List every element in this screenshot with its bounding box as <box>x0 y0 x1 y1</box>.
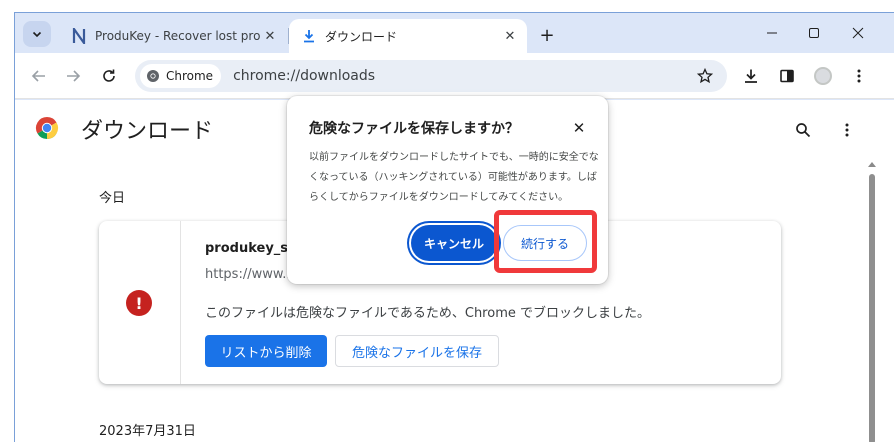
page-title: ダウンロード <box>81 119 214 144</box>
minimize-icon <box>767 32 777 34</box>
download-icon <box>301 28 317 44</box>
tab-title: ダウンロード <box>325 29 398 44</box>
dialog-body-line: らくしてからファイルをダウンロードしてみてください。 <box>309 192 569 203</box>
forward-button[interactable] <box>61 64 85 88</box>
reload-icon <box>103 69 115 82</box>
search-downloads-button[interactable] <box>791 118 815 142</box>
tab-search-button[interactable] <box>23 21 51 47</box>
date-heading-older: 2023年7月31日 <box>99 424 196 439</box>
url-text[interactable]: chrome://downloads <box>233 68 693 84</box>
close-window-button[interactable] <box>835 19 881 47</box>
cancel-button[interactable]: キャンセル <box>411 225 497 261</box>
side-panel-button[interactable] <box>775 64 799 88</box>
continue-button[interactable]: 続行する <box>503 225 587 261</box>
toolbar: Chrome chrome://downloads <box>15 53 894 99</box>
downloads-button[interactable] <box>739 64 763 88</box>
chip-label: Chrome <box>166 69 214 83</box>
browser-menu-button[interactable] <box>847 64 871 88</box>
dialog-body: 以前ファイルをダウンロードしたサイトでも、一時的に安全でな くなっている（ハッキ… <box>309 148 599 208</box>
tab-title: ProduKey - Recover lost produc <box>95 29 261 43</box>
file-icon-area: ! <box>99 221 181 384</box>
address-bar[interactable]: Chrome chrome://downloads <box>135 60 727 92</box>
dialog-body-line: くなっている（ハッキングされている）可能性があります。しば <box>309 172 597 183</box>
side-panel-icon <box>780 69 794 83</box>
bookmark-star-button[interactable] <box>693 64 717 88</box>
dialog-body-line: 以前ファイルをダウンロードしたサイトでも、一時的に安全でな <box>309 152 599 163</box>
save-dangerous-file-dialog: 危険なファイルを保存しますか？ ✕ 以前ファイルをダウンロードしたサイトでも、一… <box>287 96 608 284</box>
more-vert-icon <box>857 69 861 83</box>
avatar <box>814 67 832 85</box>
warning-icon: ! <box>126 290 152 316</box>
more-vert-icon <box>845 123 849 137</box>
scroll-up-arrow-icon[interactable] <box>868 162 876 167</box>
star-icon <box>697 68 713 84</box>
page-menu-button[interactable] <box>835 118 859 142</box>
scrollbar[interactable] <box>863 156 881 442</box>
maximize-icon <box>809 28 819 38</box>
tab-downloads[interactable]: ダウンロード ✕ <box>289 19 527 53</box>
chevron-down-icon <box>32 31 42 38</box>
close-tab-icon[interactable]: ✕ <box>501 27 519 45</box>
site-info-chip[interactable]: Chrome <box>140 64 222 88</box>
close-icon <box>852 27 864 39</box>
tab-strip: ProduKey - Recover lost produc ✕ ダウンロード … <box>15 13 894 53</box>
blocked-status-message: このファイルは危険なファイルであるため、Chrome でブロックしました。 <box>205 306 650 321</box>
close-tab-icon[interactable]: ✕ <box>261 27 279 45</box>
reload-button[interactable] <box>97 64 121 88</box>
tab-produkey[interactable]: ProduKey - Recover lost produc ✕ <box>59 19 289 53</box>
minimize-button[interactable] <box>749 19 795 47</box>
produkey-icon <box>71 28 87 44</box>
remove-from-list-button[interactable]: リストから削除 <box>205 335 327 367</box>
profile-button[interactable] <box>811 64 835 88</box>
arrow-left-icon <box>31 70 45 82</box>
scroll-thumb[interactable] <box>869 174 875 442</box>
chrome-logo-icon <box>35 117 59 139</box>
date-heading-today: 今日 <box>99 191 126 206</box>
chrome-icon <box>147 70 159 82</box>
new-tab-button[interactable]: + <box>535 23 559 47</box>
search-icon <box>796 123 811 138</box>
download-icon <box>745 69 757 83</box>
maximize-button[interactable] <box>791 19 837 47</box>
back-button[interactable] <box>27 64 51 88</box>
arrow-right-icon <box>67 70 81 82</box>
dialog-close-icon[interactable]: ✕ <box>569 118 589 138</box>
save-dangerous-file-button[interactable]: 危険なファイルを保存 <box>335 335 499 367</box>
dialog-title: 危険なファイルを保存しますか？ <box>309 121 519 137</box>
